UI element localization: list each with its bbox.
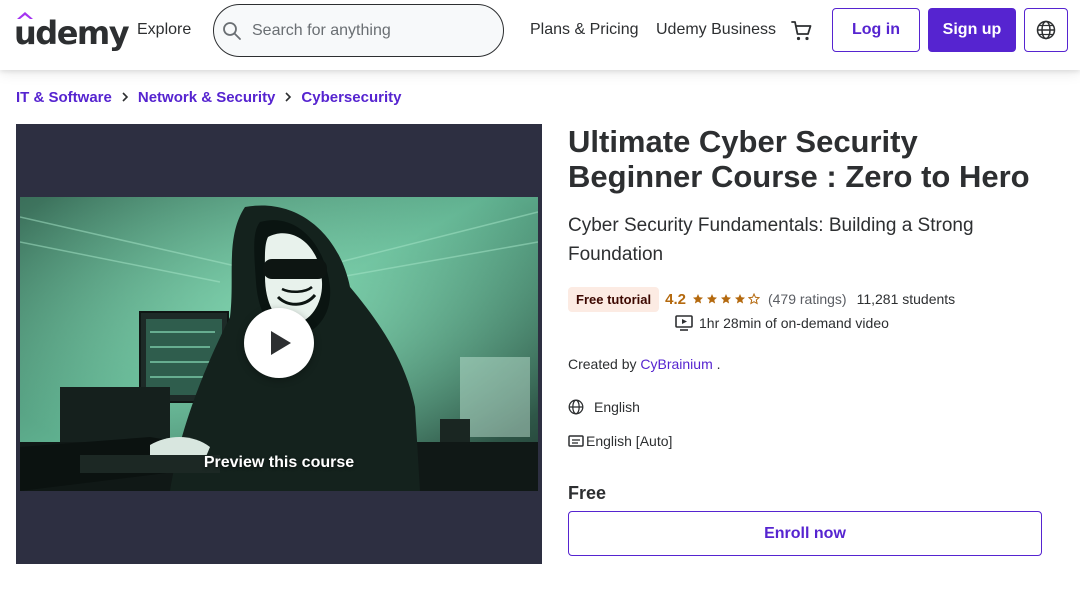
- enroll-now-button[interactable]: Enroll now: [568, 511, 1042, 556]
- breadcrumb-it-software[interactable]: IT & Software: [16, 89, 112, 106]
- rating-stars: [692, 293, 762, 305]
- created-by-prefix: Created by: [568, 356, 637, 372]
- chevron-right-icon: [112, 87, 138, 107]
- course-meta-row: Free tutorial 4.2 (479 ratings) 11,281 s…: [568, 286, 955, 312]
- rating-value: 4.2: [665, 290, 686, 308]
- breadcrumb-network-security[interactable]: Network & Security: [138, 89, 276, 106]
- course-preview[interactable]: Preview this course: [16, 124, 542, 564]
- cart-icon[interactable]: [790, 19, 814, 43]
- students-count: 11,281 students: [856, 291, 956, 307]
- created-by-suffix: .: [716, 356, 721, 372]
- ratings-count[interactable]: (479 ratings): [768, 291, 847, 307]
- language-row: English: [568, 397, 640, 417]
- language-text: English: [594, 399, 640, 415]
- globe-icon: [568, 399, 584, 415]
- star-empty-icon: [747, 293, 760, 305]
- breadcrumb-cybersecurity[interactable]: Cybersecurity: [301, 89, 401, 106]
- free-tutorial-badge: Free tutorial: [568, 286, 660, 312]
- play-icon: [271, 331, 291, 355]
- search-icon[interactable]: [222, 21, 242, 41]
- video-icon: [675, 315, 693, 331]
- chevron-right-icon: [275, 87, 301, 107]
- logo-text: udemy: [14, 14, 130, 52]
- plans-pricing-link[interactable]: Plans & Pricing: [530, 21, 639, 39]
- explore-link[interactable]: Explore: [137, 21, 191, 39]
- breadcrumb: IT & Software Network & Security Cyberse…: [16, 87, 401, 107]
- search-bar: [213, 4, 504, 57]
- captions-row: English [Auto]: [568, 431, 672, 451]
- play-button[interactable]: [244, 308, 314, 378]
- star-filled-icon: [692, 294, 703, 304]
- preview-course-label: Preview this course: [203, 454, 355, 471]
- instructor-link[interactable]: CyBrainium: [640, 356, 712, 372]
- price: Free: [568, 483, 607, 503]
- captions-text: English [Auto]: [586, 433, 673, 449]
- created-by: Created by CyBrainium .: [568, 356, 721, 372]
- udemy-logo[interactable]: udemy: [14, 10, 130, 52]
- video-length-row: 1hr 28min of on-demand video: [675, 312, 889, 334]
- language-button[interactable]: [1024, 8, 1068, 52]
- star-filled-icon: [706, 294, 717, 304]
- login-button[interactable]: Log in: [832, 8, 920, 52]
- course-title: Ultimate Cyber Security Beginner Course …: [568, 124, 1030, 194]
- udemy-business-link[interactable]: Udemy Business: [656, 21, 776, 39]
- star-filled-icon: [734, 294, 745, 304]
- signup-button[interactable]: Sign up: [928, 8, 1016, 52]
- search-input[interactable]: [252, 19, 492, 43]
- top-header: udemy Explore Plans & Pricing Udemy Busi…: [0, 0, 1080, 70]
- globe-icon: [1036, 20, 1056, 40]
- star-filled-icon: [720, 294, 731, 304]
- closed-captions-icon: [568, 435, 584, 447]
- video-length-text: 1hr 28min of on-demand video: [699, 315, 889, 331]
- course-subtitle: Cyber Security Fundamentals: Building a …: [568, 215, 974, 265]
